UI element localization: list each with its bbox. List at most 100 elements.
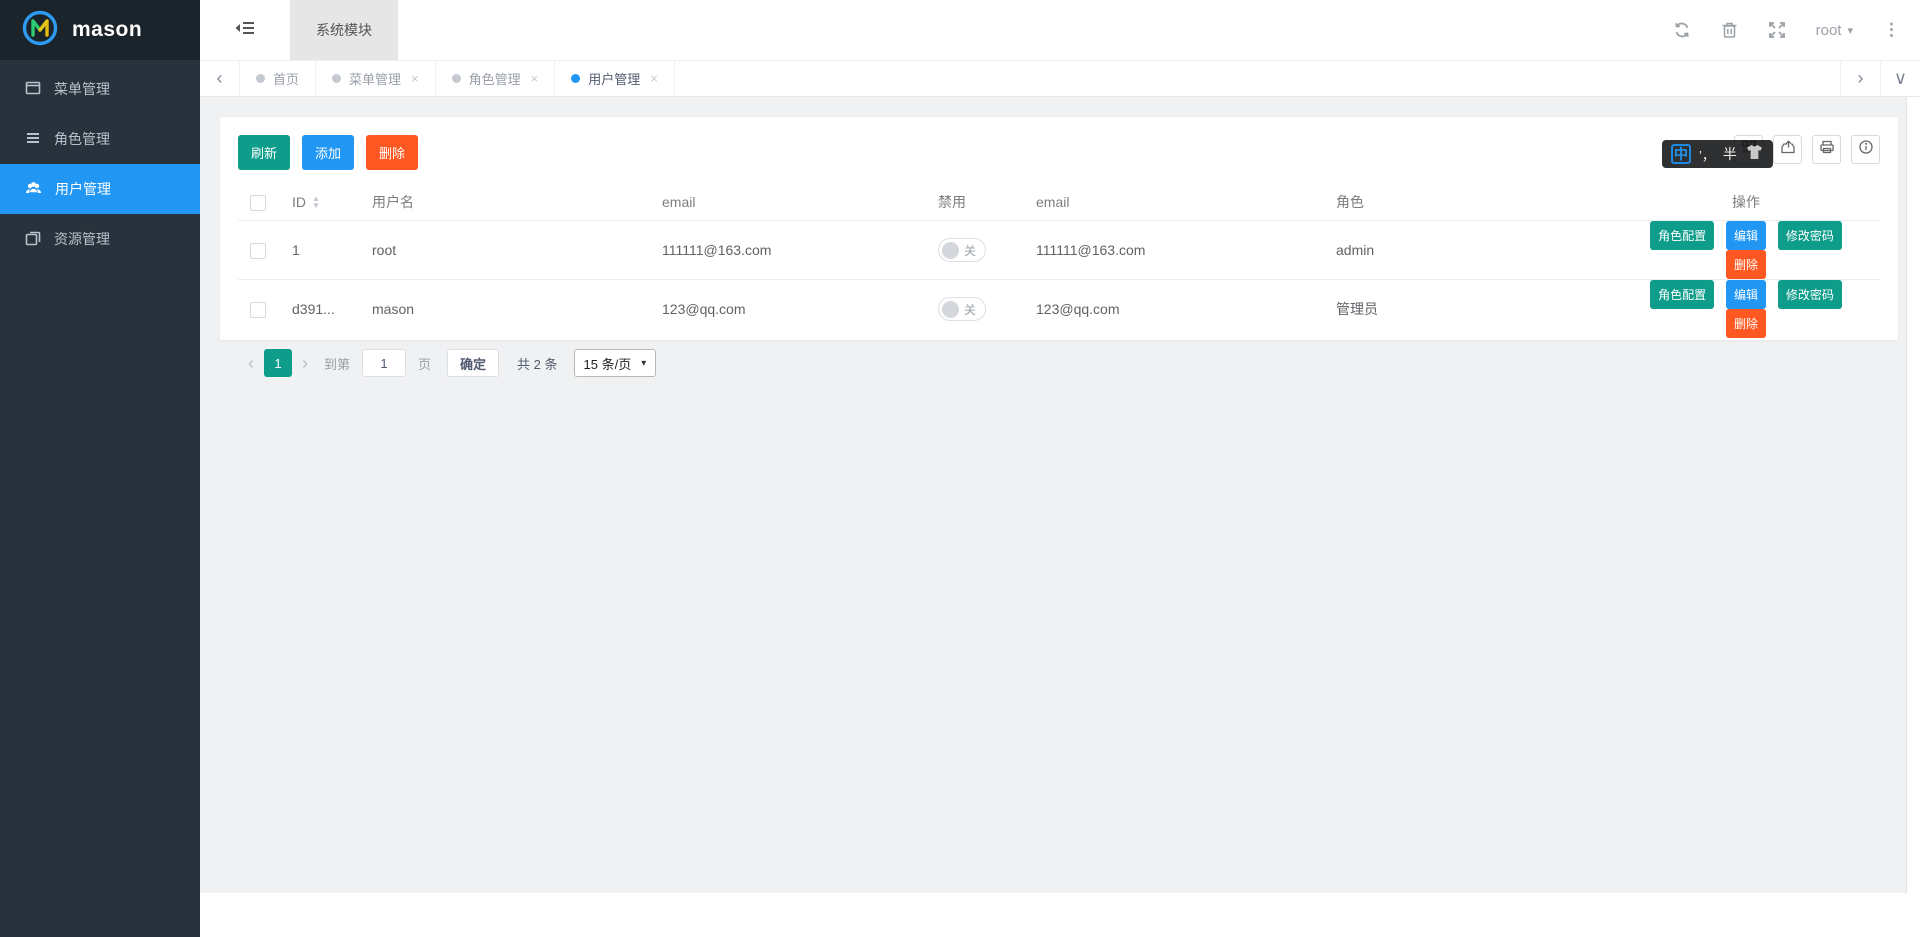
tab-user-management[interactable]: 用户管理 × xyxy=(555,61,675,96)
cell-email2: 111111@163.com xyxy=(1024,221,1324,280)
confirm-page-button[interactable]: 确定 xyxy=(447,349,499,377)
goto-label: 到第 xyxy=(324,354,350,373)
scrollbar-track[interactable] xyxy=(1906,60,1920,893)
prev-page-button[interactable]: ‹ xyxy=(238,354,264,372)
sidebar-nav: 菜单管理 角色管理 用户管理 资源管理 xyxy=(0,60,200,264)
logo-text: mason xyxy=(72,18,142,42)
page-number-button[interactable]: 1 xyxy=(264,349,292,377)
sidebar-item-role-management[interactable]: 角色管理 xyxy=(0,114,200,164)
tabs-scroll-right-button[interactable]: › xyxy=(1840,61,1880,96)
sidebar-toggle-button[interactable] xyxy=(218,0,272,60)
cell-actions: 角色配置 编辑 修改密码 删除 xyxy=(1612,221,1880,280)
cell-email2: 123@qq.com xyxy=(1024,280,1324,339)
role-config-button[interactable]: 角色配置 xyxy=(1650,280,1714,309)
tabbar-spacer xyxy=(675,61,1840,96)
add-button[interactable]: 添加 xyxy=(302,135,354,170)
toggle-knob xyxy=(942,301,959,318)
toggle-label: 关 xyxy=(964,242,976,259)
chevron-down-icon: ▾ xyxy=(1847,24,1853,37)
ime-status-popup: 中 ’， 半 xyxy=(1662,140,1773,168)
col-header-email: email xyxy=(650,186,926,221)
select-caret-icon: ▾ xyxy=(641,358,646,369)
list-icon xyxy=(25,130,41,149)
export-button[interactable] xyxy=(1773,135,1802,164)
close-icon[interactable]: × xyxy=(411,71,419,86)
cell-id: d391... xyxy=(280,280,360,339)
tab-label: 首页 xyxy=(273,69,299,88)
tabs-scroll-left-button[interactable]: ‹ xyxy=(200,61,240,96)
refresh-button[interactable]: 刷新 xyxy=(238,135,290,170)
topbar-actions: root ▾ ⋮ xyxy=(1673,0,1920,60)
change-password-button[interactable]: 修改密码 xyxy=(1778,280,1842,309)
col-header-email2: email xyxy=(1024,186,1324,221)
col-header-username: 用户名 xyxy=(360,186,650,221)
tab-dot xyxy=(571,74,580,83)
fullscreen-icon[interactable] xyxy=(1768,21,1786,39)
close-icon[interactable]: × xyxy=(650,71,658,86)
sidebar: mason 菜单管理 角色管理 用户管理 xyxy=(0,0,200,937)
clone-icon xyxy=(25,230,41,249)
row-delete-button[interactable]: 删除 xyxy=(1726,309,1766,338)
delete-button[interactable]: 删除 xyxy=(366,135,418,170)
edit-button[interactable]: 编辑 xyxy=(1726,221,1766,250)
user-table-card: 刷新 添加 删除 xyxy=(220,117,1898,340)
change-password-button[interactable]: 修改密码 xyxy=(1778,221,1842,250)
page-input[interactable] xyxy=(362,349,406,377)
tab-label: 菜单管理 xyxy=(349,69,401,88)
print-button[interactable] xyxy=(1812,135,1841,164)
disabled-toggle[interactable]: 关 xyxy=(938,238,986,262)
page-size-value: 15 条/页 xyxy=(584,354,632,373)
ime-punctuation-indicator[interactable]: ’， xyxy=(1699,145,1715,164)
user-menu[interactable]: root ▾ xyxy=(1816,22,1853,39)
sidebar-item-label: 角色管理 xyxy=(54,129,110,149)
logo-row[interactable]: mason xyxy=(0,0,200,60)
refresh-icon[interactable] xyxy=(1673,21,1691,39)
users-icon xyxy=(25,180,42,199)
tab-role-management[interactable]: 角色管理 × xyxy=(436,61,556,96)
tab-label: 角色管理 xyxy=(469,69,521,88)
trash-icon[interactable] xyxy=(1721,21,1738,39)
info-button[interactable] xyxy=(1851,135,1880,164)
select-all-checkbox[interactable] xyxy=(250,195,266,211)
disabled-toggle[interactable]: 关 xyxy=(938,297,986,321)
col-header-id: ID xyxy=(292,194,306,210)
ime-language-indicator[interactable]: 中 xyxy=(1671,144,1691,164)
edit-button[interactable]: 编辑 xyxy=(1726,280,1766,309)
toggle-knob xyxy=(942,242,959,259)
sidebar-item-label: 用户管理 xyxy=(55,179,111,199)
sidebar-item-label: 菜单管理 xyxy=(54,79,110,99)
role-config-button[interactable]: 角色配置 xyxy=(1650,221,1714,250)
sidebar-item-user-management[interactable]: 用户管理 xyxy=(0,164,200,214)
sidebar-item-resource-management[interactable]: 资源管理 xyxy=(0,214,200,264)
sort-icon[interactable]: ▲▼ xyxy=(312,196,320,210)
tab-home[interactable]: 首页 xyxy=(240,61,316,96)
tab-label: 用户管理 xyxy=(588,69,640,88)
row-delete-button[interactable]: 删除 xyxy=(1726,250,1766,279)
col-header-role: 角色 xyxy=(1324,186,1612,221)
export-icon xyxy=(1780,139,1796,160)
module-tab-system[interactable]: 系统模块 xyxy=(290,0,398,60)
col-header-disabled: 禁用 xyxy=(926,186,1024,221)
tabs-menu-button[interactable]: ∨ xyxy=(1880,61,1920,96)
window-icon xyxy=(25,80,41,99)
page-tabbar: ‹ 首页 菜单管理 × 角色管理 × 用户管理 × › ∨ xyxy=(200,60,1920,97)
tab-dot xyxy=(332,74,341,83)
top-header: 系统模块 root ▾ ⋮ xyxy=(200,0,1920,60)
ime-skin-icon[interactable] xyxy=(1745,144,1764,165)
close-icon[interactable]: × xyxy=(531,71,539,86)
username: root xyxy=(1816,22,1842,39)
cell-username: mason xyxy=(360,280,650,339)
cell-role: admin xyxy=(1324,221,1612,280)
page-size-select[interactable]: 15 条/页 ▾ xyxy=(574,349,657,377)
row-checkbox[interactable] xyxy=(250,243,266,259)
kebab-menu-icon[interactable]: ⋮ xyxy=(1883,20,1900,40)
tab-dot xyxy=(256,74,265,83)
row-checkbox[interactable] xyxy=(250,302,266,318)
ime-halfwidth-indicator[interactable]: 半 xyxy=(1723,144,1737,164)
table-toolbar: 刷新 添加 删除 xyxy=(238,135,1880,170)
next-page-button[interactable]: › xyxy=(292,354,318,372)
page-unit-label: 页 xyxy=(418,354,431,373)
table-row: d391... mason 123@qq.com 关 123@qq.com 管理… xyxy=(238,280,1880,339)
sidebar-item-menu-management[interactable]: 菜单管理 xyxy=(0,64,200,114)
tab-menu-management[interactable]: 菜单管理 × xyxy=(316,61,436,96)
